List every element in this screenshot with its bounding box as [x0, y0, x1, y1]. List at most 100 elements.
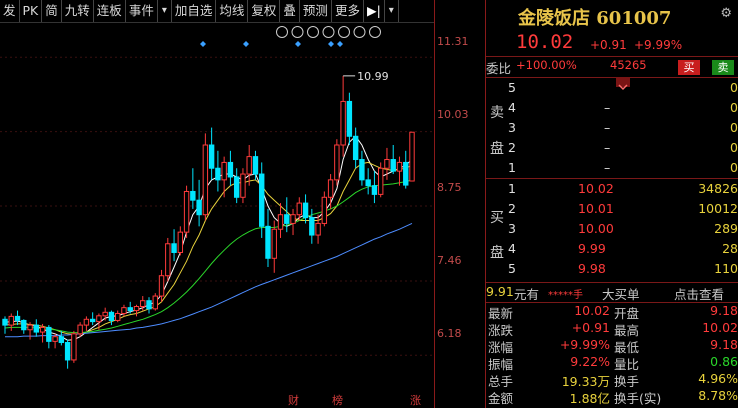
candlestick[interactable]: [83, 316, 90, 331]
candlestick[interactable]: [208, 127, 215, 180]
candlestick[interactable]: [21, 319, 27, 334]
eye-icon[interactable]: [276, 26, 288, 38]
candlestick[interactable]: [177, 226, 184, 256]
candlestick[interactable]: [221, 156, 227, 198]
buy-level-row[interactable]: 4 9.99 28: [486, 241, 738, 261]
toolbar-pk-button[interactable]: PK: [20, 0, 43, 22]
sell-level-row[interactable]: 1 – 0: [486, 160, 738, 180]
kline-chart[interactable]: 10.99: [0, 23, 485, 408]
limit-up-marker[interactable]: 涨: [410, 392, 421, 408]
candlestick[interactable]: [46, 325, 52, 349]
candlestick[interactable]: [284, 197, 290, 233]
candlestick[interactable]: [290, 208, 296, 236]
toolbar-simple-button[interactable]: 简: [42, 0, 62, 22]
event-diamond-icon[interactable]: [337, 41, 343, 47]
eye-icon[interactable]: [291, 26, 304, 38]
pause-icon[interactable]: [307, 26, 319, 38]
buy-level-row[interactable]: 3 10.00 289: [486, 221, 738, 241]
event-diamond-icon[interactable]: [328, 41, 334, 47]
toolbar-add-watch-button[interactable]: 加自选: [172, 0, 217, 22]
toolbar-overlay-button[interactable]: 叠: [280, 0, 300, 22]
candlestick[interactable]: [321, 191, 328, 227]
sell-level-row[interactable]: 4 – 0: [486, 100, 738, 120]
buy-button[interactable]: 买: [678, 60, 700, 75]
candlestick[interactable]: [215, 150, 221, 192]
candlestick[interactable]: [33, 319, 40, 337]
candlestick[interactable]: [277, 203, 284, 238]
candlestick[interactable]: [196, 179, 202, 227]
candlestick[interactable]: [96, 313, 102, 330]
candlestick[interactable]: [327, 174, 334, 209]
toolbar-adjust-button[interactable]: 复权: [248, 0, 281, 22]
candlestick[interactable]: [152, 293, 158, 311]
candlestick[interactable]: [165, 237, 171, 282]
candlestick[interactable]: [77, 322, 83, 337]
candlestick[interactable]: [89, 312, 96, 326]
candlestick[interactable]: [202, 133, 209, 221]
candlestick[interactable]: [265, 208, 271, 267]
buy-level-row[interactable]: 1 10.02 34826: [486, 181, 738, 201]
candlestick[interactable]: [365, 168, 371, 195]
candlestick[interactable]: [233, 168, 240, 204]
candlestick[interactable]: [334, 139, 340, 186]
candlestick[interactable]: [240, 168, 246, 204]
candlestick[interactable]: [58, 330, 65, 346]
candlestick[interactable]: [227, 150, 234, 186]
candlestick[interactable]: [396, 156, 403, 186]
candlestick[interactable]: [403, 150, 409, 189]
finance-event-marker[interactable]: 财: [288, 392, 299, 408]
candlestick[interactable]: [190, 168, 196, 209]
candlestick[interactable]: [8, 313, 14, 331]
candlestick[interactable]: [359, 150, 365, 186]
clock-icon[interactable]: [338, 26, 350, 38]
candlestick[interactable]: [252, 150, 259, 180]
play-icon[interactable]: [322, 26, 335, 38]
collapse-panel-icon[interactable]: ▶|: [364, 0, 385, 22]
candlestick[interactable]: [102, 307, 108, 321]
candlestick[interactable]: [346, 92, 353, 145]
toolbar-event-button[interactable]: 事件: [126, 0, 158, 22]
candlestick[interactable]: [108, 310, 115, 326]
candlestick[interactable]: [409, 131, 415, 182]
ranking-event-marker[interactable]: 榜: [332, 392, 343, 408]
candlestick[interactable]: [171, 229, 177, 262]
candlestick[interactable]: [259, 162, 265, 238]
candlestick[interactable]: [133, 304, 140, 317]
big-order-ticker[interactable]: 9.91 元有 *****手 大买单 点击查看: [486, 284, 738, 304]
plus-icon[interactable]: [353, 26, 366, 38]
sell-button[interactable]: 卖: [712, 60, 734, 75]
toolbar-menu-button[interactable]: ▾: [385, 0, 399, 22]
buy-level-row[interactable]: 2 10.01 10012: [486, 201, 738, 221]
buy-level-row[interactable]: 5 9.98 110: [486, 261, 738, 281]
close-icon[interactable]: [369, 26, 381, 38]
sell-level-row[interactable]: 5 0: [486, 80, 738, 100]
sell-level-row[interactable]: 3 – 0: [486, 120, 738, 140]
candlestick[interactable]: [14, 310, 21, 326]
candlestick[interactable]: [146, 297, 152, 314]
toolbar-more-button[interactable]: 更多: [332, 0, 364, 22]
candlestick[interactable]: [183, 185, 190, 238]
candlestick[interactable]: [371, 171, 378, 204]
candlestick[interactable]: [64, 339, 71, 369]
candlestick[interactable]: [340, 75, 346, 157]
candlestick[interactable]: [2, 316, 8, 334]
candlestick[interactable]: [115, 310, 121, 323]
event-diamond-icon[interactable]: [200, 41, 206, 47]
toolbar-fa-button[interactable]: 发: [0, 0, 20, 22]
candlestick[interactable]: [246, 145, 252, 186]
candlestick[interactable]: [271, 220, 277, 273]
candlestick[interactable]: [302, 194, 309, 224]
gear-icon[interactable]: ⚙: [720, 6, 732, 21]
event-diamond-icon[interactable]: [243, 41, 249, 47]
toolbar-jiuzhuan-button[interactable]: 九转: [62, 0, 94, 22]
candlestick[interactable]: [71, 330, 77, 363]
toolbar-lianban-button[interactable]: 连板: [94, 0, 126, 22]
toolbar-dropdown-button[interactable]: ▾: [158, 0, 172, 22]
event-diamond-icon[interactable]: [295, 41, 301, 47]
candlestick[interactable]: [315, 214, 321, 244]
sell-level-row[interactable]: 2 – 0: [486, 140, 738, 160]
candlestick[interactable]: [390, 145, 396, 175]
candlestick[interactable]: [121, 304, 127, 317]
toolbar-forecast-button[interactable]: 预测: [300, 0, 332, 22]
candlestick[interactable]: [27, 322, 33, 340]
